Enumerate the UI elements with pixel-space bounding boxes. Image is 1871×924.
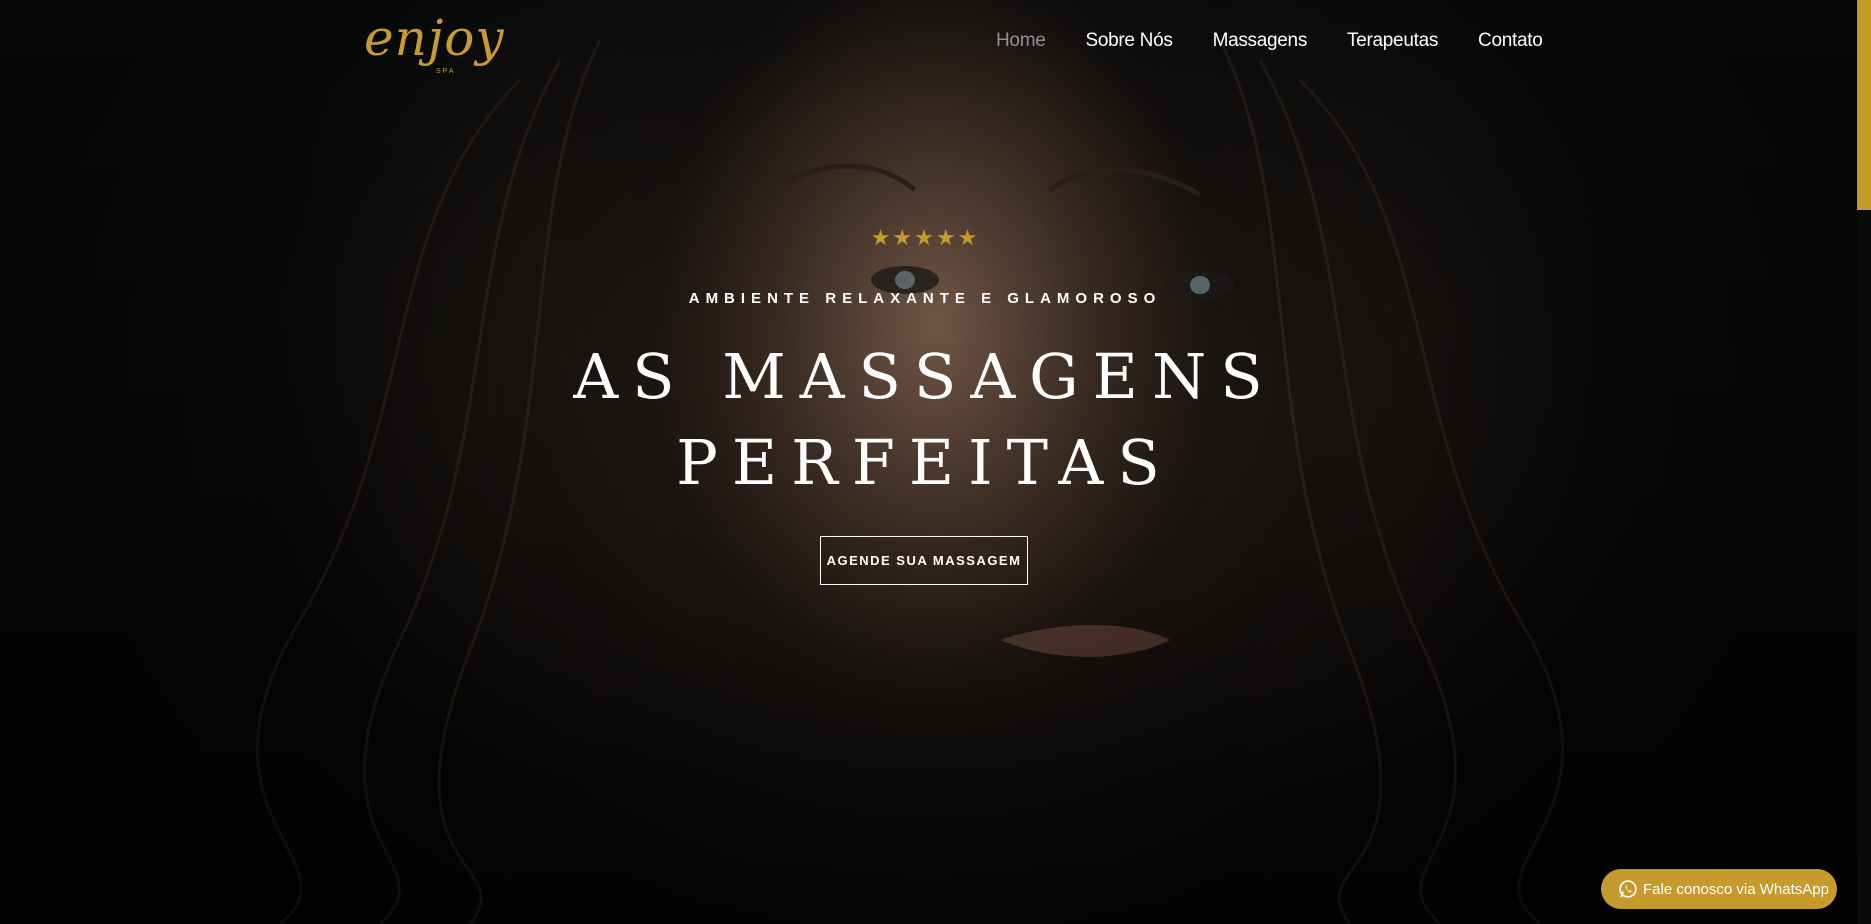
book-massage-button[interactable]: AGENDE SUA MASSAGEM (820, 536, 1028, 585)
page-scrollbar-thumb[interactable] (1857, 0, 1871, 210)
nav-item-massagens[interactable]: Massagens (1213, 30, 1308, 52)
whatsapp-button-label: Fale conosco via WhatsApp (1643, 880, 1829, 898)
whatsapp-icon (1618, 879, 1638, 899)
nav-item-sobre-nos[interactable]: Sobre Nós (1085, 30, 1172, 52)
hero-kicker: AMBIENTE RELAXANTE E GLAMOROSO (688, 290, 1162, 307)
nav-item-contato[interactable]: Contato (1478, 30, 1543, 52)
nav-item-home[interactable]: Home (996, 30, 1046, 52)
hero-headline-line-1: AS MASSAGENS (573, 340, 1277, 413)
logo-wordmark: enjoy (364, 9, 505, 67)
hero-headline-line-2: PERFEITAS (676, 426, 1174, 499)
nav-item-terapeutas[interactable]: Terapeutas (1347, 30, 1438, 52)
hero-headline: AS MASSAGENS PERFEITAS (0, 334, 1850, 506)
whatsapp-contact-button[interactable]: Fale conosco via WhatsApp (1601, 869, 1837, 909)
main-navigation: Home Sobre Nós Massagens Terapeutas Cont… (996, 30, 1543, 52)
logo-subtitle: SPA (436, 68, 456, 75)
rating-stars: ★★★★★ (870, 226, 980, 251)
page-scrollbar[interactable] (1857, 0, 1871, 924)
brand-logo[interactable]: enjoy SPA (364, 9, 534, 82)
